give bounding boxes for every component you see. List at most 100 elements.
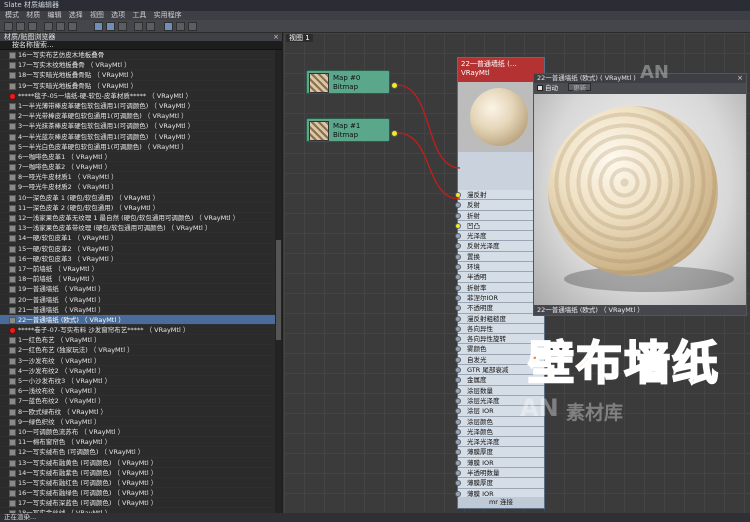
input-socket[interactable] xyxy=(455,264,461,271)
hide-unused-icon[interactable] xyxy=(56,22,65,31)
node-canvas[interactable]: 视图 1 Map #0 Bitmap Map #1 Bitmap 22一普通墙纸… xyxy=(284,33,750,513)
input-socket[interactable] xyxy=(455,470,461,477)
browser-toggle-icon[interactable] xyxy=(164,22,173,31)
list-item[interactable]: 1一半光薄带棒皮革硬包软包通用1(可调颜色) （ VRayMtl ） xyxy=(0,101,276,112)
material-slot[interactable]: 凹凸 xyxy=(455,220,544,232)
list-item[interactable]: 6一浅纹布纹 （ VRayMtl ） xyxy=(0,386,276,397)
input-socket[interactable] xyxy=(455,336,461,343)
list-item[interactable]: 1一红色布艺 （ VRayMtl ） xyxy=(0,335,276,346)
select-tool-icon[interactable] xyxy=(94,22,103,31)
input-socket[interactable] xyxy=(455,294,461,301)
list-item[interactable]: 9一绿色织纹 （ VRayMtl ） xyxy=(0,417,276,427)
map-node-1[interactable]: Map #1 Bitmap xyxy=(306,118,390,142)
menu-utilities[interactable]: 实用程序 xyxy=(154,11,182,20)
input-socket[interactable] xyxy=(455,305,461,312)
input-socket[interactable] xyxy=(455,243,461,250)
input-socket[interactable] xyxy=(455,459,461,466)
material-slot[interactable]: 折射率 xyxy=(455,282,544,293)
list-item[interactable]: 8一欧式绿布纹 （ VRayMtl ） xyxy=(0,407,276,417)
input-socket[interactable] xyxy=(455,367,461,374)
list-item[interactable]: 16一写实绒布融绿色 (可调颜色) （ VRayMtl ） xyxy=(0,488,276,499)
material-slot[interactable]: 反射 xyxy=(455,200,544,211)
input-socket[interactable] xyxy=(455,418,461,425)
menu-material[interactable]: 材质 xyxy=(26,11,40,20)
material-slot[interactable]: 半透明数量 xyxy=(455,468,544,479)
list-item[interactable]: 16一写实布艺仿皮木地板叠骨 xyxy=(0,50,276,61)
scroll-thumb[interactable] xyxy=(276,240,281,340)
input-socket[interactable] xyxy=(455,439,461,446)
update-button[interactable]: 更新 xyxy=(568,83,592,92)
parameters-toggle-icon[interactable] xyxy=(176,22,185,31)
vraymtl-node-header[interactable]: 22一普通墙纸 (… VRayMtl xyxy=(458,58,544,82)
input-socket[interactable] xyxy=(455,387,461,394)
list-item[interactable]: 13一浅家果色皮革带纹理 (硬包/软包通用可调颜色) （ VRayMtl ） xyxy=(0,223,276,234)
material-slot[interactable]: 漫反射 xyxy=(455,190,544,201)
list-item[interactable]: *****毯子-05一墙纸-硬-软包-皮革材质***** （ VRayMtl ） xyxy=(0,91,276,101)
show-map-icon[interactable] xyxy=(68,22,77,31)
list-item[interactable]: 10一深色皮革 1 (硬包/软包通用) （ VRayMtl ） xyxy=(0,193,276,203)
list-item[interactable]: 5一半光白色皮革硬包软包通用1(可调颜色) （ VRayMtl ） xyxy=(0,142,276,152)
material-slot[interactable]: 折射 xyxy=(455,210,544,221)
list-item[interactable]: 14一写实绒布融紫色 (可调颜色) （ VRayMtl ） xyxy=(0,468,276,478)
search-input[interactable]: 按名称搜索... xyxy=(0,41,282,50)
input-socket[interactable] xyxy=(455,325,461,332)
list-item[interactable]: 9一哑光牛皮材质2 （ VRayMtl ） xyxy=(0,182,276,193)
list-item[interactable]: *****卷子-07-写实布料 沙发窗帘布艺***** （ VRayMtl ） xyxy=(0,325,276,336)
input-socket[interactable] xyxy=(455,346,461,353)
input-socket[interactable] xyxy=(455,202,461,209)
input-socket[interactable] xyxy=(455,480,461,487)
list-item[interactable]: 15一硬/软包皮革2 （ VRayMtl ） xyxy=(0,244,276,254)
input-socket[interactable] xyxy=(455,233,461,240)
list-item[interactable]: 7一蓝色布纹2 （ VRayMtl ） xyxy=(0,396,276,407)
input-socket[interactable] xyxy=(455,377,461,384)
input-socket[interactable] xyxy=(455,490,461,497)
menu-edit[interactable]: 编辑 xyxy=(47,11,61,20)
list-item[interactable]: 21一普通墙纸 （ VRayMtl ） xyxy=(0,305,276,315)
pick-material-icon[interactable] xyxy=(4,22,13,31)
material-slot[interactable]: 漫反射粗糙度 xyxy=(455,313,544,324)
input-socket[interactable] xyxy=(455,428,461,435)
list-item[interactable]: 16一硬/软包皮革3 （ VRayMtl ） xyxy=(0,254,276,264)
material-slot[interactable]: 置换 xyxy=(455,251,544,263)
input-socket[interactable] xyxy=(455,212,461,219)
input-socket[interactable] xyxy=(455,449,461,456)
list-item[interactable]: 4一沙发布纹2 （ VRayMtl ） xyxy=(0,366,276,376)
layout-children-icon[interactable] xyxy=(134,22,143,31)
list-item[interactable]: 12一浅家果色皮革无纹理 1 最自然 (硬包/软包通用可调颜色) （ VRayM… xyxy=(0,213,276,224)
material-slot[interactable]: 薄膜厚度 xyxy=(455,478,544,489)
material-slot[interactable]: 薄膜 IOR xyxy=(455,457,544,469)
input-socket[interactable] xyxy=(455,222,461,229)
list-item[interactable]: 14一硬/软包皮革1 （ VRayMtl ） xyxy=(0,233,276,244)
material-slot[interactable]: 菲涅尔IOR xyxy=(455,292,544,304)
browser-scrollbar[interactable] xyxy=(275,50,282,513)
show-background-icon[interactable] xyxy=(106,22,115,31)
input-socket[interactable] xyxy=(455,408,461,415)
list-item[interactable]: 11一深色皮革 2 (硬包/软包通用) （ VRayMtl ） xyxy=(0,203,276,213)
auto-checkbox[interactable] xyxy=(537,85,543,91)
material-slot[interactable]: 薄膜厚度 xyxy=(455,447,544,458)
input-socket[interactable] xyxy=(455,356,461,363)
input-socket[interactable] xyxy=(455,274,461,281)
input-socket[interactable] xyxy=(455,397,461,404)
list-item[interactable]: 7一咖啡色皮革2 （ VRayMtl ） xyxy=(0,162,276,173)
move-children-icon[interactable] xyxy=(44,22,53,31)
list-item[interactable]: 18一写实暗光地板叠骨贴 （ VRayMtl ） xyxy=(0,70,276,81)
input-socket[interactable] xyxy=(455,284,461,291)
menu-mode[interactable]: 模式 xyxy=(5,11,19,20)
list-item[interactable]: 15一写实绒布融红色 (可调颜色) （ VRayMtl ） xyxy=(0,478,276,489)
menu-options[interactable]: 选项 xyxy=(111,11,125,20)
list-item[interactable]: 22一普通墙纸 (欧式) （ VRayMtl ） xyxy=(0,314,276,326)
layout-icon[interactable] xyxy=(118,22,127,31)
delete-icon[interactable] xyxy=(28,22,37,31)
list-item[interactable]: 5一小沙发布纹3 （ VRayMtl ） xyxy=(0,376,276,387)
list-item[interactable]: 3一半光抹茶棒皮革硬包软包通用1(可调颜色) （ VRayMtl ） xyxy=(0,121,276,132)
list-item[interactable]: 17一前墙纸 （ VRayMtl ） xyxy=(0,264,276,275)
list-item[interactable]: 17一写实绒布深蓝色 (可调颜色) （ VRayMtl ） xyxy=(0,498,276,509)
list-item[interactable]: 4一半光蓝灰棒皮革硬包软包通用1(可调颜色) （ VRayMtl ） xyxy=(0,132,276,142)
list-item[interactable]: 2一半光带棒皮革硬包软包通用1(可调颜色) （ VRayMtl ） xyxy=(0,111,276,122)
map-1-output-socket[interactable] xyxy=(391,130,398,137)
list-item[interactable]: 3一沙发布纹 （ VRayMtl ） xyxy=(0,356,276,366)
material-slot[interactable]: 光泽颜色 xyxy=(455,426,544,438)
close-icon[interactable]: × xyxy=(737,74,743,83)
menu-view[interactable]: 视图 xyxy=(90,11,104,20)
